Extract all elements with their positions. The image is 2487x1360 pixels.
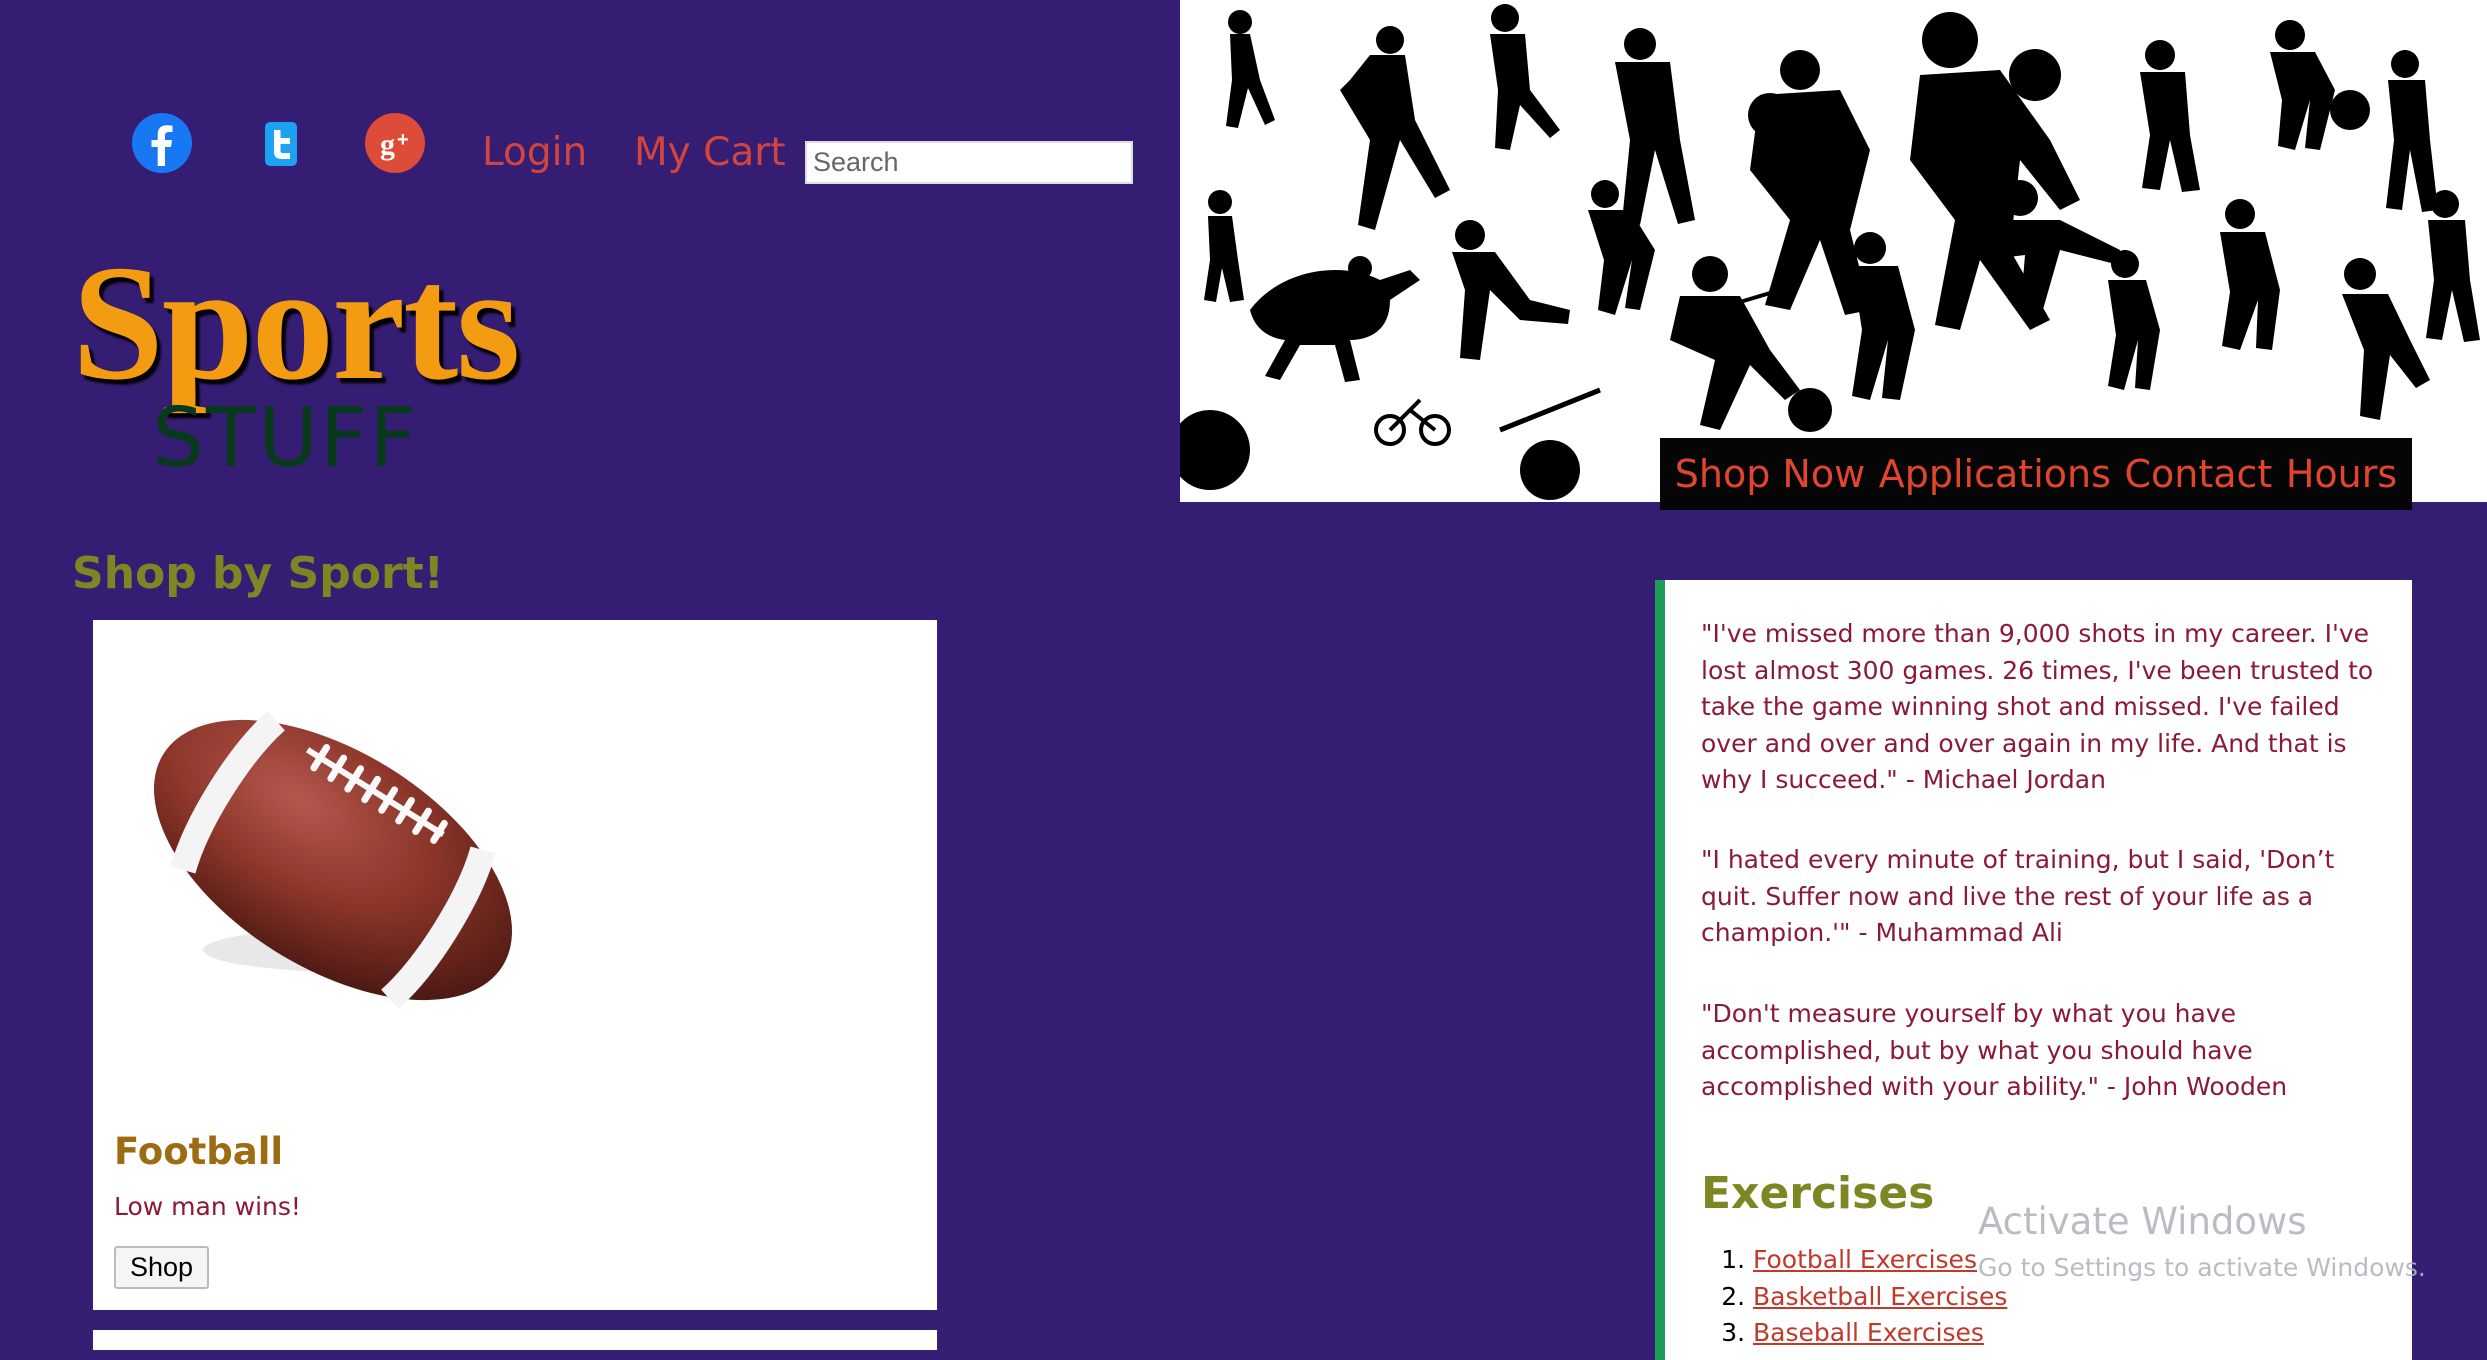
list-item: Basketball Exercises (1753, 1279, 2007, 1316)
nav-shop-now[interactable]: Shop Now (1675, 452, 1865, 496)
exercises-list: Football Exercises Basketball Exercises … (1701, 1242, 2007, 1352)
quote-wooden: "Don't measure yourself by what you have… (1701, 999, 2288, 1101)
svg-text:g: g (380, 128, 395, 161)
my-cart-link[interactable]: My Cart (634, 130, 786, 175)
logo-sports-text: Sports (72, 231, 520, 414)
twitter-icon (265, 122, 297, 166)
svg-text:+: + (397, 129, 409, 151)
main-nav: Shop Now Applications Contact Hours (1660, 438, 2412, 510)
nav-contact[interactable]: Contact (2124, 452, 2272, 496)
exercises-heading: Exercises (1701, 1168, 1935, 1219)
logo-stuff-text: STUFF (152, 391, 419, 486)
shop-button[interactable]: Shop (114, 1246, 210, 1289)
watermark-title: Activate Windows (1978, 1200, 2307, 1243)
shop-by-sport-heading: Shop by Sport! (72, 548, 444, 599)
google-plus-icon: g + (365, 113, 425, 173)
card-description: Low man wins! (114, 1192, 301, 1221)
list-item: Football Exercises (1753, 1242, 2007, 1279)
quote-ali: "I hated every minute of training, but I… (1701, 845, 2335, 947)
facebook-icon (132, 113, 192, 173)
card-title: Football (114, 1130, 284, 1173)
nav-hours[interactable]: Hours (2286, 452, 2397, 496)
sports-silhouette-banner (1180, 0, 2487, 502)
baseball-exercises-link[interactable]: Baseball Exercises (1753, 1318, 1984, 1347)
football-exercises-link[interactable]: Football Exercises (1753, 1245, 1977, 1274)
football-image (153, 711, 513, 1009)
activate-windows-watermark: Activate Windows Go to Settings to activ… (1978, 1200, 2426, 1282)
twitter-link[interactable] (250, 112, 312, 174)
google-plus-link[interactable]: g + (364, 112, 426, 174)
login-link[interactable]: Login (482, 130, 587, 175)
football-card: Football Low man wins! Shop (93, 620, 937, 1310)
facebook-link[interactable] (131, 112, 193, 174)
next-card (93, 1330, 937, 1350)
nav-applications[interactable]: Applications (1879, 452, 2111, 496)
list-item: Baseball Exercises (1753, 1315, 2007, 1352)
search-input[interactable] (805, 141, 1133, 184)
basketball-exercises-link[interactable]: Basketball Exercises (1753, 1282, 2007, 1311)
quote-jordan: "I've missed more than 9,000 shots in my… (1701, 619, 2374, 794)
watermark-subtitle: Go to Settings to activate Windows. (1978, 1253, 2426, 1282)
